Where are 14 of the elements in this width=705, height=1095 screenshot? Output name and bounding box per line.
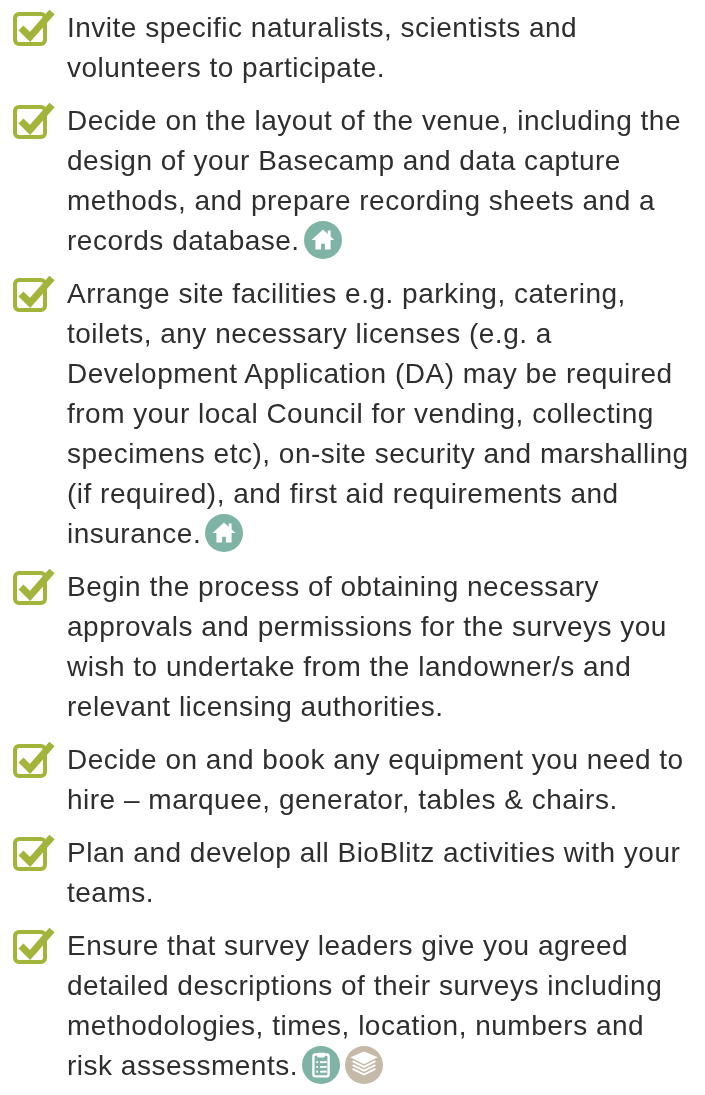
checklist-text: Invite specific naturalists, scientists and volunteers to participate. <box>67 12 578 83</box>
checked-checkbox[interactable] <box>12 274 56 314</box>
checked-checkbox[interactable] <box>12 833 56 873</box>
checked-checkbox[interactable] <box>12 740 56 780</box>
checklist-text: Decide on the layout of the venue, including the design of your Basecamp and data capture methods, and prepare recording sheets and a records database. <box>67 105 681 256</box>
checklist-text: Ensure that survey leaders give you agreed detailed descriptions of their surveys including methodologies, times, location, numbers and risk assessments. <box>67 930 663 1081</box>
checked-checkbox[interactable] <box>12 567 56 607</box>
checklist-text: Decide on and book any equipment you need to hire – marquee, generator, tables & chairs. <box>67 744 684 815</box>
checked-checkbox[interactable] <box>12 8 56 48</box>
checklist-text: Begin the process of obtaining necessary approvals and permissions for the surveys you wish to undertake from the landowner/s and relevant licensing authorities. <box>67 571 667 722</box>
checklist-text: Plan and develop all BioBlitz activities with your teams. <box>67 837 681 908</box>
checked-checkbox[interactable] <box>12 926 56 966</box>
checklist-text: Arrange site facilities e.g. parking, catering, toilets, any necessary licenses (e.g. a Development Application (DA) may be required from your local Council for vending, collecting specimens etc), on-site security and marshalling (if required), and first aid requirements and insurance. <box>67 278 689 549</box>
checked-checkbox[interactable] <box>12 101 56 141</box>
